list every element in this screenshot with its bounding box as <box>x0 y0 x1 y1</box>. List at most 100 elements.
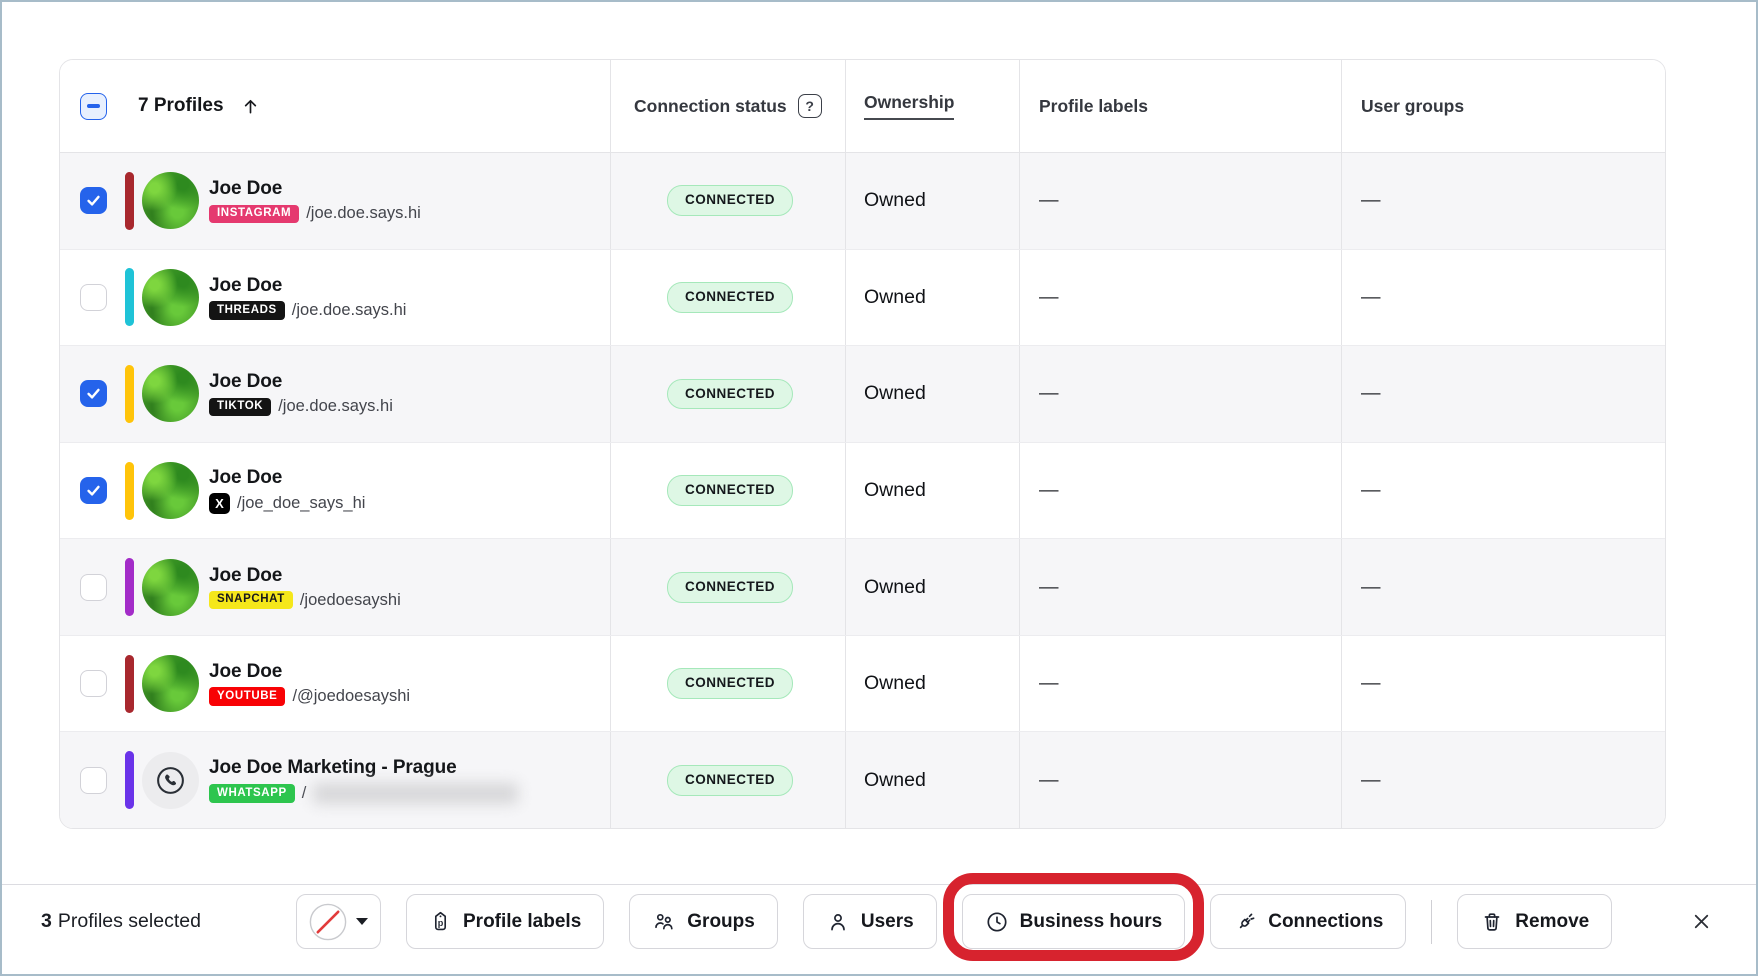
profile-info: Joe Doe TIKTOK /joe.doe.says.hi <box>209 371 393 416</box>
network-badge: THREADS <box>209 301 285 320</box>
column-header-profile-labels[interactable]: Profile labels <box>1019 60 1341 152</box>
check-icon <box>85 482 102 499</box>
plug-icon <box>1233 910 1257 934</box>
profile-color-bar <box>125 655 134 713</box>
connection-status-badge: CONNECTED <box>667 572 793 603</box>
user-groups-value: — <box>1341 636 1665 732</box>
row-checkbox[interactable] <box>80 477 107 504</box>
profile-color-bar <box>125 365 134 423</box>
groups-icon <box>652 910 676 934</box>
profile-color-bar <box>125 751 134 809</box>
remove-button[interactable]: Remove <box>1457 894 1612 949</box>
row-checkbox[interactable] <box>80 670 107 697</box>
users-button[interactable]: Users <box>803 894 937 949</box>
profile-handle: /joe.doe.says.hi <box>306 204 421 223</box>
profile-labels-value: — <box>1019 346 1341 442</box>
row-checkbox[interactable] <box>80 767 107 794</box>
table-body: Joe Doe INSTAGRAM /joe.doe.says.hi CONNE… <box>60 153 1665 828</box>
row-checkbox[interactable] <box>80 574 107 601</box>
whatsapp-phone-avatar <box>142 752 199 809</box>
profile-labels-value: — <box>1019 732 1341 828</box>
table-row[interactable]: Joe Doe YOUTUBE /@joedoesayshi CONNECTED… <box>60 636 1665 733</box>
profile-labels-value: — <box>1019 250 1341 346</box>
user-groups-value: — <box>1341 732 1665 828</box>
user-groups-value: — <box>1341 153 1665 249</box>
ownership-value: Owned <box>845 443 1019 539</box>
check-icon <box>85 385 102 402</box>
profiles-header-cell: 7 Profiles <box>60 60 610 152</box>
close-button[interactable] <box>1684 905 1718 939</box>
ownership-value: Owned <box>845 539 1019 635</box>
profile-color-dropdown[interactable] <box>296 894 381 949</box>
table-row[interactable]: Joe Doe INSTAGRAM /joe.doe.says.hi CONNE… <box>60 153 1665 250</box>
user-groups-value: — <box>1341 443 1665 539</box>
check-icon <box>85 192 102 209</box>
profiles-table: 7 Profiles Connection status ? Ownership… <box>59 59 1666 829</box>
avatar <box>142 559 199 616</box>
profile-name: Joe Doe Marketing - Prague <box>209 757 518 779</box>
row-checkbox[interactable] <box>80 187 107 214</box>
avatar <box>142 655 199 712</box>
avatar <box>142 172 199 229</box>
user-groups-value: — <box>1341 346 1665 442</box>
profile-handle: /joe.doe.says.hi <box>292 301 407 320</box>
row-checkbox[interactable] <box>80 380 107 407</box>
connection-status-badge: CONNECTED <box>667 765 793 796</box>
profile-name: Joe Doe <box>209 178 421 200</box>
profile-handle: /joedoesayshi <box>300 591 401 610</box>
chevron-down-icon <box>356 918 368 925</box>
table-row[interactable]: Joe Doe X /joe_doe_says_hi CONNECTED Own… <box>60 443 1665 540</box>
profile-color-bar <box>125 172 134 230</box>
column-header-user-groups[interactable]: User groups <box>1341 60 1665 152</box>
profiles-manager-screen: 7 Profiles Connection status ? Ownership… <box>0 0 1758 976</box>
trash-icon <box>1480 910 1504 934</box>
profile-labels-value: — <box>1019 636 1341 732</box>
business-hours-button[interactable]: Business hours <box>962 894 1186 949</box>
profile-name: Joe Doe <box>209 467 365 489</box>
profile-info: Joe Doe YOUTUBE /@joedoesayshi <box>209 661 410 706</box>
svg-text:p: p <box>438 918 444 928</box>
profile-name: Joe Doe <box>209 371 393 393</box>
profile-name: Joe Doe <box>209 275 406 297</box>
network-badge: TIKTOK <box>209 398 271 417</box>
profile-info: Joe Doe THREADS /joe.doe.says.hi <box>209 275 406 320</box>
help-icon[interactable]: ? <box>798 94 822 118</box>
clock-icon <box>985 910 1009 934</box>
user-icon <box>826 910 850 934</box>
ownership-value: Owned <box>845 250 1019 346</box>
profile-handle: /@joedoesayshi <box>292 687 410 706</box>
connection-status-badge: CONNECTED <box>667 668 793 699</box>
column-header-ownership[interactable]: Ownership <box>845 60 1019 152</box>
profile-handle: /joe.doe.says.hi <box>278 397 393 416</box>
bulk-actions-bar: 3 Profiles selected p Profile labels <box>2 884 1756 974</box>
profile-name: Joe Doe <box>209 661 410 683</box>
profile-info: Joe Doe INSTAGRAM /joe.doe.says.hi <box>209 178 421 223</box>
groups-button[interactable]: Groups <box>629 894 778 949</box>
table-row[interactable]: Joe Doe THREADS /joe.doe.says.hi CONNECT… <box>60 250 1665 347</box>
ownership-value: Owned <box>845 346 1019 442</box>
ownership-value: Owned <box>845 153 1019 249</box>
ownership-value: Owned <box>845 636 1019 732</box>
profile-info: Joe Doe Marketing - Prague WHATSAPP / <box>209 757 518 804</box>
profile-handle: /joe_doe_says_hi <box>237 494 365 513</box>
table-row[interactable]: Joe Doe TIKTOK /joe.doe.says.hi CONNECTE… <box>60 346 1665 443</box>
tag-p-icon: p <box>429 910 452 933</box>
select-all-checkbox[interactable] <box>80 93 107 120</box>
connection-status-badge: CONNECTED <box>667 282 793 313</box>
network-badge: X <box>209 493 230 514</box>
sort-ascending-icon[interactable] <box>240 96 261 117</box>
network-badge: WHATSAPP <box>209 784 295 803</box>
table-row[interactable]: Joe Doe Marketing - Prague WHATSAPP / CO… <box>60 732 1665 828</box>
connections-button[interactable]: Connections <box>1210 894 1406 949</box>
selected-count-label: 3 Profiles selected <box>41 894 201 949</box>
profile-color-bar <box>125 558 134 616</box>
column-header-connection-status[interactable]: Connection status ? <box>610 60 845 152</box>
profile-labels-button[interactable]: p Profile labels <box>406 894 604 949</box>
profile-handle: / <box>302 784 307 803</box>
profile-info: Joe Doe X /joe_doe_says_hi <box>209 467 365 514</box>
toolbar-divider <box>1431 900 1432 944</box>
table-row[interactable]: Joe Doe SNAPCHAT /joedoesayshi CONNECTED… <box>60 539 1665 636</box>
profile-labels-value: — <box>1019 539 1341 635</box>
row-checkbox[interactable] <box>80 284 107 311</box>
indeterminate-minus-icon <box>87 104 100 107</box>
